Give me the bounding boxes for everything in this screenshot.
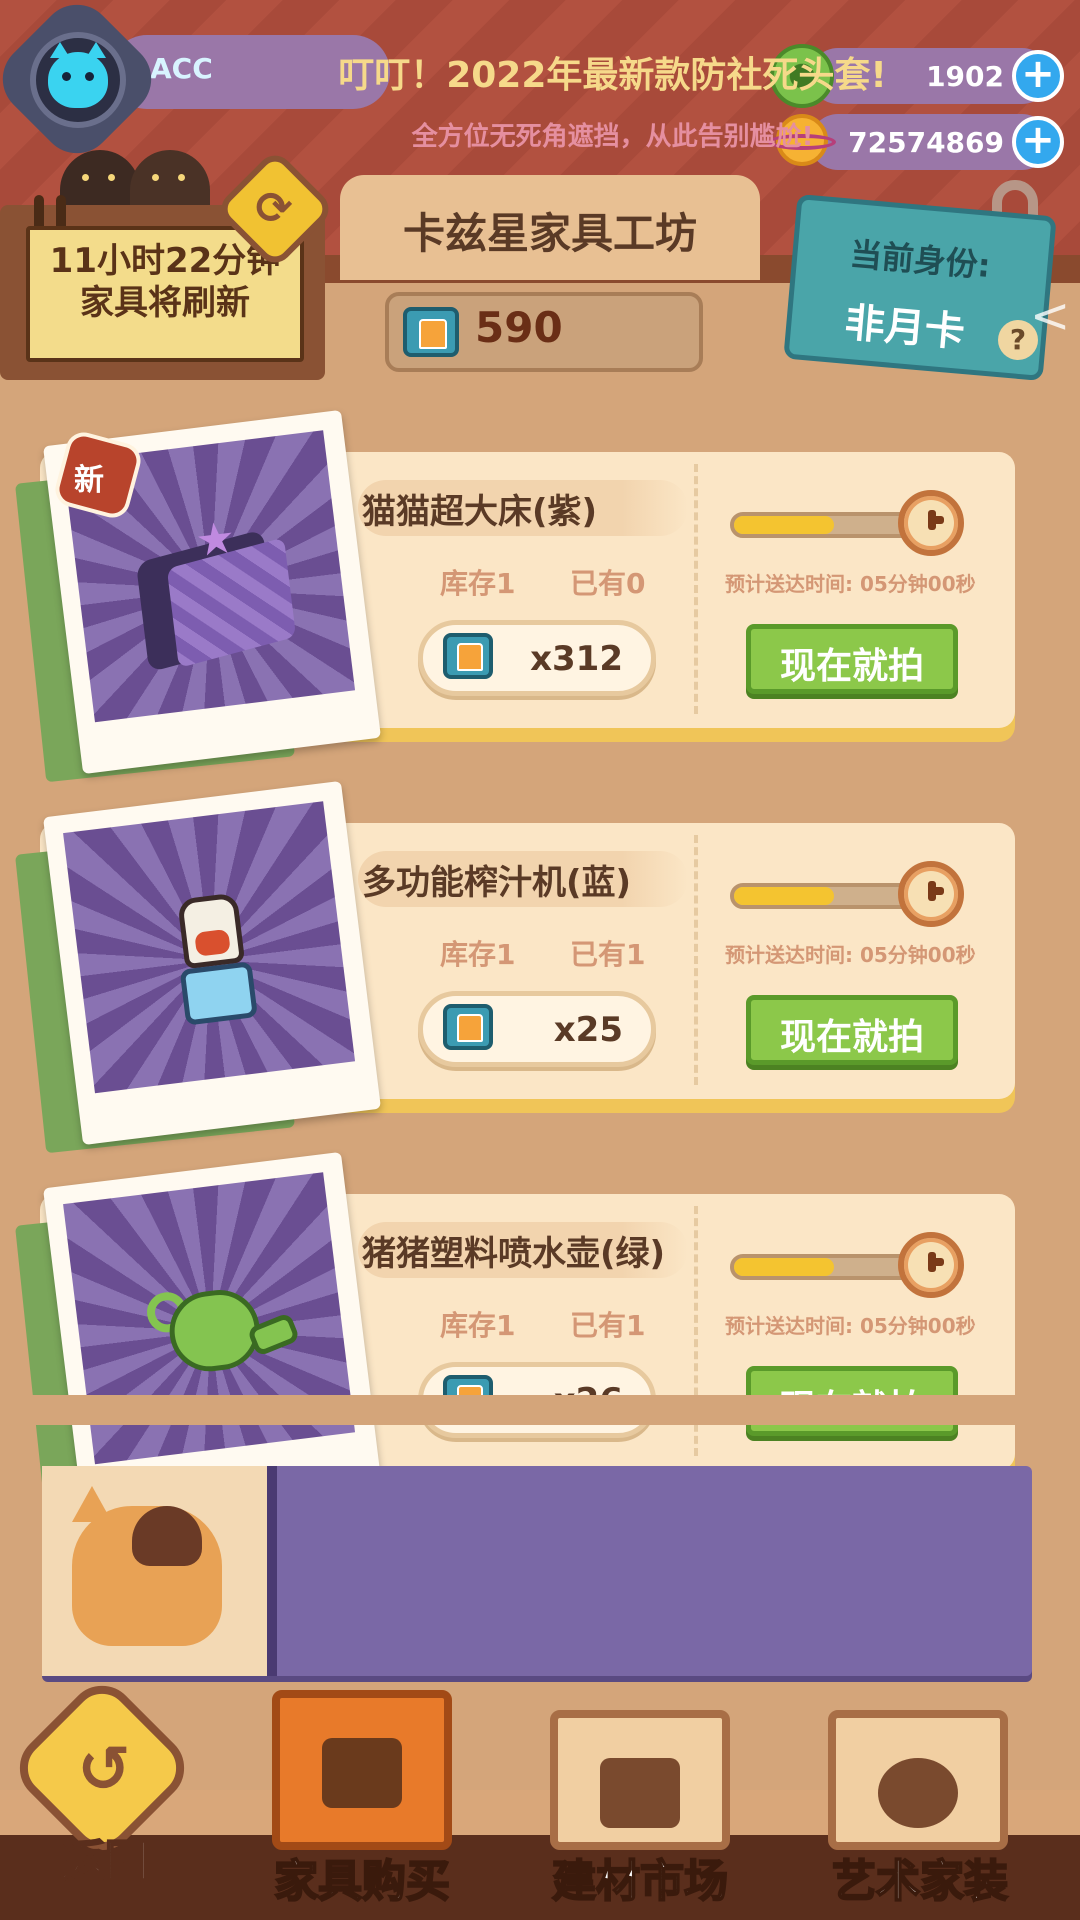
item-price-value: x312 bbox=[530, 639, 623, 679]
delivery-progress-bar bbox=[730, 1254, 920, 1280]
delivery-progress-fill bbox=[734, 887, 835, 905]
tab-building-materials[interactable] bbox=[550, 1710, 730, 1850]
refresh-caption: 家具将刷新 bbox=[80, 283, 250, 323]
peeking-cat bbox=[130, 150, 210, 210]
buy-now-button[interactable]: 现在就拍 bbox=[746, 995, 958, 1065]
tab-furniture-purchase[interactable] bbox=[272, 1690, 452, 1850]
delivery-eta: 预计送达时间: 05分钟00秒 bbox=[725, 1314, 976, 1338]
tab-label: 建材市场 bbox=[551, 1855, 729, 1908]
item-stock: 库存1 bbox=[440, 567, 516, 600]
list-clip-edge bbox=[0, 1395, 1080, 1425]
banner-cat-ear bbox=[72, 1486, 112, 1522]
avatar[interactable] bbox=[30, 32, 126, 128]
back-label: 返回 bbox=[60, 1835, 150, 1888]
card-divider bbox=[694, 464, 698, 714]
item-card: 多功能榨汁机(蓝) 库存1 已有1 x25 预计送达时间: 05分钟00秒 现在… bbox=[15, 780, 1015, 1154]
banner-title: 叮叮！2022年最新款防社死头套! bbox=[338, 55, 887, 96]
cat-eye bbox=[82, 174, 89, 181]
clock-icon bbox=[898, 490, 964, 556]
profile-name: ACC bbox=[150, 52, 213, 85]
banner-image bbox=[42, 1466, 267, 1676]
refresh-icon: ⟳ bbox=[255, 183, 293, 234]
star-badge-icon bbox=[878, 1758, 958, 1828]
tab-label: 艺术家装 bbox=[831, 1855, 1009, 1908]
item-photo-frame[interactable] bbox=[43, 1151, 381, 1517]
delivery-progress-fill bbox=[734, 1258, 835, 1276]
buy-now-label: 现在就拍 bbox=[779, 1017, 924, 1058]
item-price-value: x25 bbox=[553, 1010, 623, 1050]
cat-eye bbox=[152, 174, 159, 181]
item-stock: 库存1 bbox=[440, 1309, 516, 1342]
tab-label: 家具购买 bbox=[273, 1855, 451, 1908]
share-icon[interactable]: < bbox=[1030, 285, 1080, 347]
bed-illustration: ★ bbox=[131, 506, 298, 673]
item-owned: 已有1 bbox=[570, 938, 646, 971]
delivery-progress-fill bbox=[734, 516, 835, 534]
gift-box-icon bbox=[322, 1738, 402, 1808]
item-price: x25 bbox=[418, 991, 656, 1067]
item-stock: 库存1 bbox=[440, 938, 516, 971]
plus-icon: + bbox=[1021, 117, 1055, 163]
item-photo-frame[interactable] bbox=[43, 780, 381, 1146]
peeking-cat bbox=[60, 150, 140, 210]
buy-now-button[interactable]: 现在就拍 bbox=[746, 624, 958, 694]
banner-divider bbox=[267, 1466, 277, 1676]
paint-brush-icon bbox=[600, 1758, 680, 1828]
item-price: x312 bbox=[418, 620, 656, 696]
delivery-eta: 预计送达时间: 05分钟00秒 bbox=[725, 943, 976, 967]
ticket-balance: 590 bbox=[475, 303, 563, 352]
item-name: 多功能榨汁机(蓝) bbox=[362, 863, 632, 903]
ticket-icon bbox=[403, 307, 459, 357]
item-card: ★ 新 猫猫超大床(紫) 库存1 已有0 x312 预计送达时间: 05分钟00… bbox=[15, 409, 1015, 783]
item-photo bbox=[63, 801, 356, 1094]
tab-art-decoration[interactable] bbox=[828, 1710, 1008, 1850]
item-owned: 已有0 bbox=[570, 567, 646, 600]
promo-banner[interactable] bbox=[42, 1466, 1032, 1676]
avatar-cat-icon bbox=[48, 42, 108, 108]
back-arrow-icon: ↺ bbox=[77, 1733, 131, 1807]
ticket-icon bbox=[443, 1004, 493, 1050]
add-gems-button[interactable]: + bbox=[1012, 50, 1064, 102]
identity-value: 非月卡 bbox=[842, 299, 967, 357]
plus-icon: + bbox=[1021, 51, 1055, 97]
cat-eye bbox=[178, 174, 185, 181]
add-coins-button[interactable]: + bbox=[1012, 116, 1064, 168]
new-badge-label: 新 bbox=[74, 463, 104, 498]
item-owned: 已有1 bbox=[570, 1309, 646, 1342]
banner-subtitle: 全方位无死角遮挡，从此告别尴尬! bbox=[411, 122, 814, 152]
banner-cat-illustration bbox=[72, 1506, 222, 1646]
ticket-icon bbox=[443, 633, 493, 679]
blender-illustration bbox=[167, 891, 262, 1030]
watering-can-illustration bbox=[144, 1267, 306, 1394]
buy-now-label: 现在就拍 bbox=[779, 646, 924, 687]
item-name: 猪猪塑料喷水壶(绿) bbox=[362, 1234, 666, 1274]
clock-icon bbox=[898, 1232, 964, 1298]
delivery-progress-bar bbox=[730, 883, 920, 909]
clock-icon bbox=[898, 861, 964, 927]
delivery-eta: 预计送达时间: 05分钟00秒 bbox=[725, 572, 976, 596]
card-divider bbox=[694, 835, 698, 1085]
avatar-eyes bbox=[62, 72, 94, 81]
peeking-cats-decoration bbox=[60, 140, 230, 210]
item-name: 猫猫超大床(紫) bbox=[362, 492, 598, 532]
cat-eye bbox=[108, 174, 115, 181]
workshop-title: 卡兹星家具工坊 bbox=[402, 209, 697, 258]
delivery-progress-bar bbox=[730, 512, 920, 538]
item-card: 猪猪塑料喷水壶(绿) 库存1 已有1 x26 预计送达时间: 05分钟00秒 现… bbox=[15, 1151, 1015, 1525]
